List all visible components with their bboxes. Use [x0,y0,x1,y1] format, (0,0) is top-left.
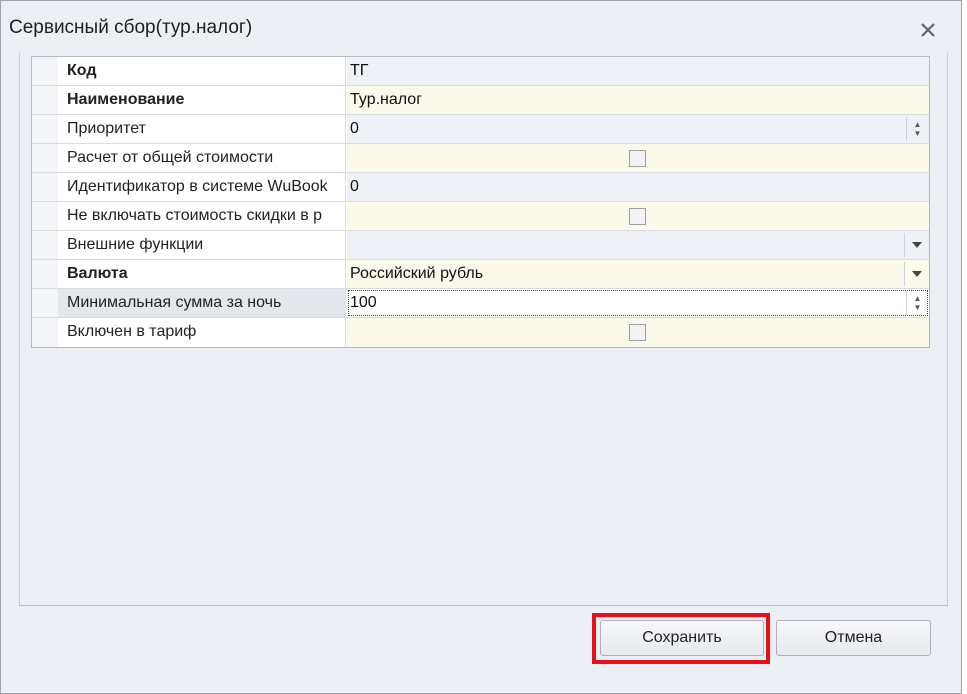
property-row-min-amount: Минимальная сумма за ночь 100 ▲ ▼ [32,289,929,318]
property-grid: Код ТГ Наименование Тур.налог Приоритет … [31,56,930,348]
content-divider [19,605,948,606]
property-row-included-in-rate: Включен в тариф [32,318,929,347]
row-gutter [32,318,58,347]
currency-dropdown-button[interactable] [904,262,928,286]
row-gutter [32,260,58,288]
chevron-down-icon [911,271,922,277]
dialog-title: Сервисный сбор(тур.налог) [9,17,253,38]
property-row-external-functions: Внешние функции [32,231,929,260]
row-gutter [32,115,58,143]
property-label: Включен в тариф [58,318,346,347]
property-row-currency: Валюта Российский рубль [32,260,929,289]
chevron-down-icon [911,242,922,248]
property-row-name: Наименование Тур.налог [32,86,929,115]
window-edge [962,0,967,694]
property-label: Код [58,57,346,85]
property-label: Не включать стоимость скидки в р [58,202,346,230]
property-label: Наименование [58,86,346,114]
priority-spin-button[interactable]: ▲ ▼ [906,117,928,141]
priority-value: 0 [350,120,359,137]
total-cost-checkbox[interactable] [629,150,646,167]
property-row-exclude-discount: Не включать стоимость скидки в р [32,202,929,231]
save-button[interactable]: Сохранить [600,620,764,656]
external-functions-dropdown-button[interactable] [904,233,928,257]
property-label: Расчет от общей стоимости [58,144,346,172]
min-amount-field[interactable]: 100 ▲ ▼ [347,289,929,317]
spin-up-icon: ▲ [913,294,922,303]
close-button[interactable] [915,17,941,43]
included-in-rate-field [347,318,929,347]
exclude-discount-field [347,202,929,230]
property-label: Приоритет [58,115,346,143]
close-icon [921,23,935,37]
row-gutter [32,57,58,85]
spin-up-icon: ▲ [913,120,922,129]
property-row-wubook-id: Идентификатор в системе WuBook 0 [32,173,929,202]
priority-field[interactable]: 0 ▲ ▼ [347,115,929,143]
row-gutter [32,202,58,230]
total-cost-field [347,144,929,172]
row-gutter [32,231,58,259]
row-gutter [32,86,58,114]
currency-value: Российский рубль [350,265,484,282]
property-label: Внешние функции [58,231,346,259]
property-label: Минимальная сумма за ночь [58,289,346,317]
code-field[interactable]: ТГ [347,57,929,85]
row-gutter [32,144,58,172]
wubook-id-field[interactable]: 0 [347,173,929,201]
row-gutter [32,289,58,317]
cancel-button[interactable]: Отмена [776,620,931,656]
spin-down-icon: ▼ [913,303,922,312]
min-amount-value: 100 [350,294,377,311]
min-amount-spin-button[interactable]: ▲ ▼ [906,291,928,315]
included-in-rate-checkbox[interactable] [629,324,646,341]
title-bar: Сервисный сбор(тур.налог) [1,1,961,51]
name-field[interactable]: Тур.налог [347,86,929,114]
external-functions-select[interactable] [347,231,929,259]
row-gutter [32,173,58,201]
spin-down-icon: ▼ [913,129,922,138]
property-row-code: Код ТГ [32,57,929,86]
property-label: Валюта [58,260,346,288]
property-row-priority: Приоритет 0 ▲ ▼ [32,115,929,144]
property-label-text: Наименование [67,91,185,108]
translate-button[interactable] [345,89,346,112]
property-row-total-cost: Расчет от общей стоимости [32,144,929,173]
currency-select[interactable]: Российский рубль [347,260,929,288]
property-label: Идентификатор в системе WuBook [58,173,346,201]
exclude-discount-checkbox[interactable] [629,208,646,225]
